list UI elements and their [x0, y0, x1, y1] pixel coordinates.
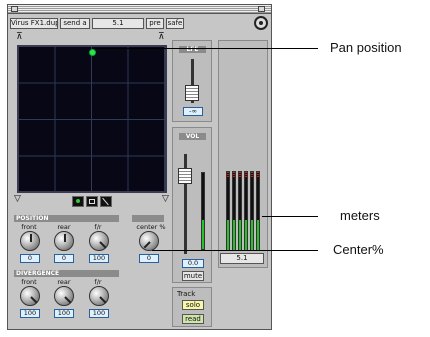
meter-1	[226, 171, 230, 251]
center-callout-line	[152, 250, 318, 251]
zoom-box[interactable]	[258, 6, 265, 12]
lfe-fader-handle[interactable]	[185, 85, 199, 101]
track-label: Track	[177, 290, 196, 298]
front-left-speaker-icon: ⊼	[16, 32, 23, 42]
rear-right-speaker-icon: ▽	[162, 194, 169, 204]
center-header-bar	[132, 215, 164, 222]
vol-header: VOL	[179, 133, 206, 140]
panner-window: Virus FX1.dup1 send a 5.1 pre safe ⊼ ⊼ ▽…	[7, 4, 272, 330]
divergence-fr-value[interactable]: 100	[89, 309, 109, 318]
output-selector[interactable]: 5.1	[92, 18, 144, 29]
position-fr-knob[interactable]	[89, 231, 109, 251]
meter-3	[238, 171, 242, 251]
pre-button[interactable]: pre	[146, 18, 164, 29]
position-rear-value[interactable]: 0	[54, 254, 74, 263]
meter-5	[250, 171, 254, 251]
divergence-fr-label: f/r	[94, 278, 102, 286]
3-knob-mode-icon[interactable]	[86, 196, 98, 207]
center-callout: Center%	[333, 242, 384, 257]
meter-4	[244, 171, 248, 251]
pan-position-callout: Pan position	[330, 40, 402, 55]
track-panel: Track solo read	[172, 287, 212, 327]
pan-grid[interactable]	[17, 45, 167, 193]
target-icon[interactable]	[254, 16, 268, 30]
center-percent-value[interactable]: 0	[139, 254, 159, 263]
vol-panel: VOL 0.0 mute	[172, 127, 212, 283]
meter-panel	[218, 40, 268, 268]
position-front-knob[interactable]	[20, 231, 40, 251]
divergence-rear-knob[interactable]	[54, 286, 74, 306]
safe-button[interactable]: safe	[166, 18, 184, 29]
insert-selector[interactable]: Virus FX1.dup1	[10, 18, 58, 29]
front-right-speaker-icon: ⊼	[158, 32, 165, 42]
divergence-rear-label: rear	[57, 278, 71, 286]
solo-safe-button[interactable]: solo	[182, 300, 204, 310]
position-front-value[interactable]: 0	[20, 254, 40, 263]
position-fr-label: f/r	[94, 223, 102, 231]
position-fr-value[interactable]: 100	[89, 254, 109, 263]
position-front-label: front	[21, 223, 37, 231]
vol-meter	[201, 172, 205, 250]
meter-2	[232, 171, 236, 251]
center-percent-knob[interactable]	[139, 231, 159, 251]
meter-output-label: 5.1	[220, 253, 264, 264]
divergence-rear-value[interactable]: 100	[54, 309, 74, 318]
position-rear-label: rear	[57, 223, 71, 231]
vol-fader-handle[interactable]	[178, 168, 192, 184]
meter-6	[256, 171, 260, 251]
mute-button[interactable]: mute	[182, 271, 204, 281]
divergence-editor-icon[interactable]	[100, 196, 112, 207]
close-box[interactable]	[11, 6, 18, 12]
center-percent-label: center %	[136, 223, 166, 231]
automation-mode-button[interactable]: read	[182, 314, 204, 324]
meters-callout-line	[262, 216, 318, 217]
position-header: POSITION	[14, 215, 119, 222]
divergence-front-value[interactable]: 100	[20, 309, 40, 318]
rear-left-speaker-icon: ▽	[14, 194, 21, 204]
divergence-fr-knob[interactable]	[89, 286, 109, 306]
meters-callout: meters	[340, 208, 380, 223]
lfe-value[interactable]: -∞	[183, 107, 203, 116]
pan-position-callout-line	[93, 48, 318, 49]
vol-value[interactable]: 0.0	[182, 259, 204, 268]
pan-position-cursor[interactable]	[89, 49, 96, 56]
position-rear-knob[interactable]	[54, 231, 74, 251]
lfe-panel: LFE -∞	[172, 40, 212, 122]
divergence-front-knob[interactable]	[20, 286, 40, 306]
xy-mode-icon[interactable]	[72, 196, 84, 207]
send-selector[interactable]: send a	[60, 18, 90, 29]
title-bar[interactable]	[8, 5, 271, 14]
divergence-header: DIVERGENCE	[14, 270, 119, 277]
divergence-front-label: front	[21, 278, 37, 286]
